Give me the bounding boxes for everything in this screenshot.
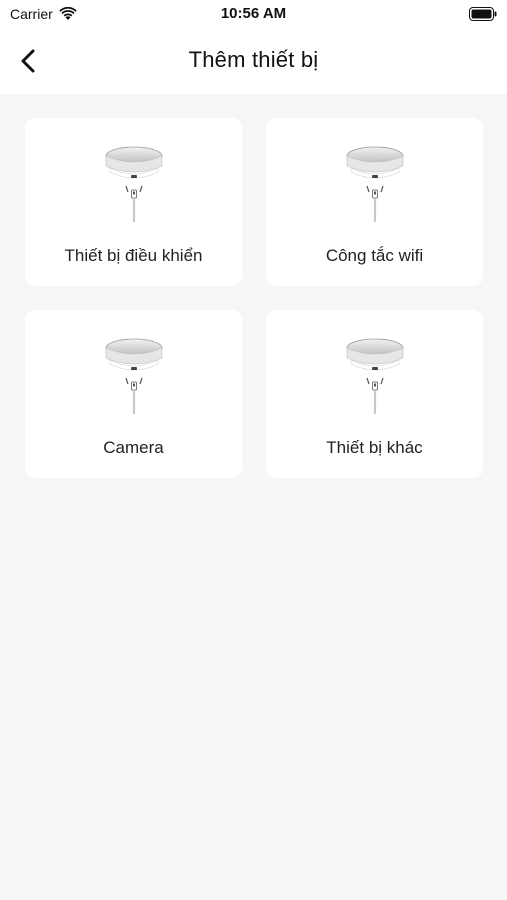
device-card-label: Thiết bị điều khiển (64, 246, 203, 265)
device-card-label: Thiết bị khác (326, 438, 423, 457)
status-bar: Carrier 10:56 AM (0, 0, 507, 30)
hub-device-icon (346, 338, 403, 414)
device-card-label: Camera (103, 438, 164, 457)
hub-device-icon (105, 338, 162, 414)
navigation-bar: Thêm thiết bị (0, 30, 507, 94)
status-time: 10:56 AM (220, 5, 287, 22)
hub-device-icon (105, 146, 162, 222)
page-title: Thêm thiết bị (188, 47, 319, 72)
device-card-camera[interactable]: Camera (25, 310, 242, 478)
device-card-controller[interactable]: Thiết bị điều khiển (25, 118, 242, 286)
device-card-other[interactable]: Thiết bị khác (266, 310, 483, 478)
device-type-grid: Thiết bị điều khiển Công tắc wifi Camera… (25, 118, 483, 478)
device-card-wifi-switch[interactable]: Công tắc wifi (266, 118, 483, 286)
battery-icon (469, 7, 497, 21)
device-card-label: Công tắc wifi (325, 246, 424, 265)
hub-device-icon (346, 146, 403, 222)
